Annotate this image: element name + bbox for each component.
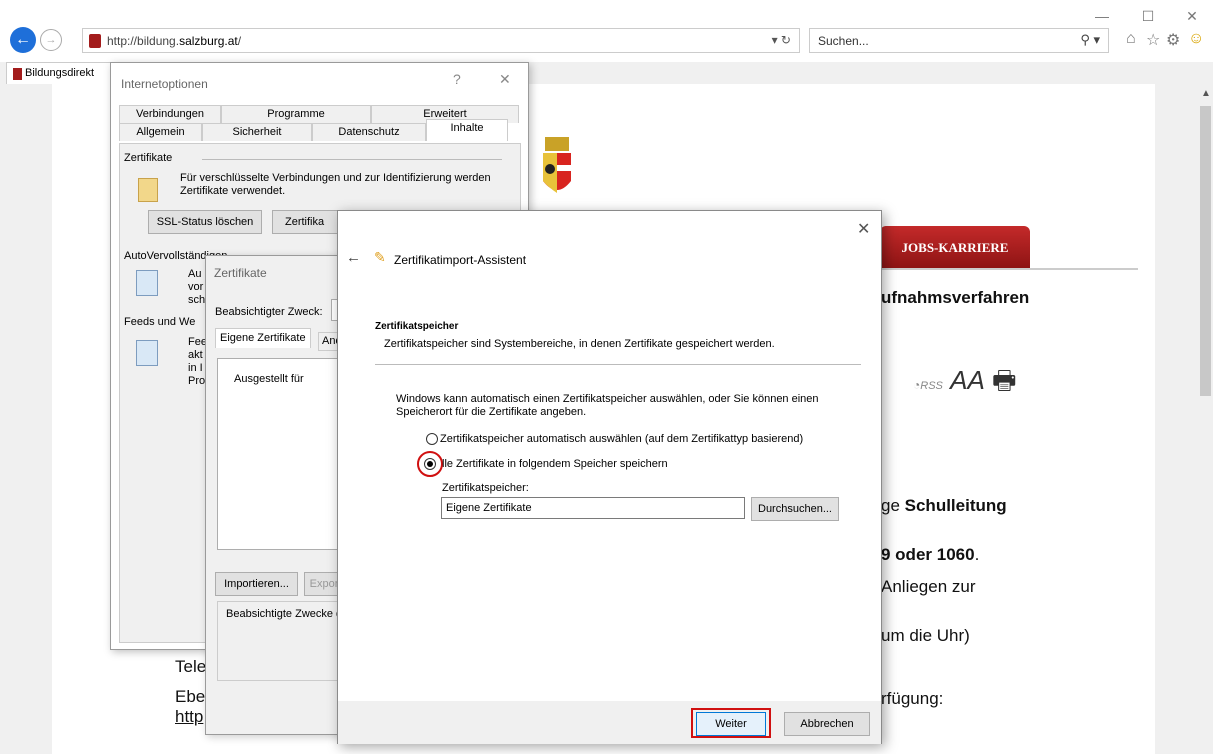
tab-favicon-icon xyxy=(13,68,22,80)
zwecke-label: Beabsichtigte Zwecke d xyxy=(226,608,343,620)
http-link[interactable]: http xyxy=(175,707,203,727)
tab-eigene-zertifikate[interactable]: Eigene Zertifikate xyxy=(215,328,311,348)
tab-verbindungen[interactable]: Verbindungen xyxy=(119,105,221,123)
page-heading: ufnahmsverfahren xyxy=(881,288,1030,307)
store-label: Zertifikatspeicher: xyxy=(442,482,529,494)
jobs-karriere-nav[interactable]: JOBS-KARRIERE xyxy=(880,226,1030,268)
rss-icon[interactable]: ◔RSS xyxy=(913,378,943,392)
scroll-up-icon[interactable]: ▲ xyxy=(1201,88,1211,99)
tab-sicherheit[interactable]: Sicherheit xyxy=(202,123,312,141)
intro-text: Windows kann automatisch einen Zertifika… xyxy=(396,393,819,418)
tab-allgemein[interactable]: Allgemein xyxy=(119,123,202,141)
schulleitung-text: ge Schulleitung xyxy=(881,496,1007,515)
tab-datenschutz[interactable]: Datenschutz xyxy=(312,123,426,141)
zertifikate-button[interactable]: Zertifika xyxy=(272,210,342,234)
search-icon[interactable]: ⚲ ▾ xyxy=(1080,32,1100,48)
abbrechen-button[interactable]: Abbrechen xyxy=(784,712,870,736)
salzburg-crest-logo xyxy=(543,137,571,193)
close-icon[interactable]: ✕ xyxy=(857,219,870,239)
site-favicon-icon xyxy=(89,34,101,48)
tele-text: Tele xyxy=(175,657,207,676)
durchsuchen-button[interactable]: Durchsuchen... xyxy=(751,497,839,521)
refresh-icon[interactable]: ▾ ↻ xyxy=(772,33,791,47)
manual-store-label: lle Zertifikate in folgendem Speicher sp… xyxy=(442,458,668,470)
section-title: Zertifikatspeicher xyxy=(375,321,459,332)
forward-icon[interactable]: → xyxy=(40,29,62,51)
zertifikate-dialog: Zertifikate Beabsichtigter Zweck: Eigene… xyxy=(205,255,355,735)
importieren-button[interactable]: Importieren... xyxy=(215,572,298,596)
ebe-text: Ebe xyxy=(175,687,206,706)
store-field[interactable]: Eigene Zertifikate xyxy=(441,497,745,519)
search-input[interactable]: Suchen... ⚲ ▾ xyxy=(809,28,1109,53)
page-tools: ◔RSS AA 🖶 xyxy=(913,362,1017,406)
auto-store-label: Zertifikatspeicher automatisch auswählen… xyxy=(440,433,804,445)
manual-store-radio[interactable] xyxy=(424,458,436,470)
tab-programme[interactable]: Programme xyxy=(221,105,371,123)
minimize-icon[interactable]: — xyxy=(1088,8,1116,24)
close-icon[interactable]: ✕ xyxy=(1178,8,1206,25)
certificate-list[interactable]: Ausgestellt für xyxy=(217,358,343,550)
feeds-section-label: Feeds und We xyxy=(124,316,196,328)
back-icon[interactable]: ← xyxy=(10,27,36,53)
section-divider xyxy=(375,364,861,365)
autocomplete-icon xyxy=(136,270,158,296)
autovervollstaendigen-text: Au vor sch xyxy=(188,268,206,306)
zwecke-group: Beabsichtigte Zwecke d xyxy=(217,601,347,681)
zweck-label: Beabsichtigter Zweck: xyxy=(215,306,323,318)
browser-toolbar: — ☐ ✕ ← → http://bildung.salzburg.at/ ▾ … xyxy=(0,0,1213,62)
column-ausgestellt-fuer[interactable]: Ausgestellt für xyxy=(234,373,304,386)
browser-tab[interactable]: Bildungsdirekt xyxy=(6,62,114,84)
help-icon[interactable]: ? xyxy=(453,71,461,87)
feeds-icon xyxy=(136,340,158,366)
settings-gear-icon[interactable]: ⚙ xyxy=(1166,30,1180,50)
address-bar[interactable]: http://bildung.salzburg.at/ ▾ ↻ xyxy=(82,28,800,53)
search-placeholder: Suchen... xyxy=(818,34,869,48)
uhr-text: um die Uhr) xyxy=(881,626,970,645)
page-scrollbar[interactable]: ▲ xyxy=(1198,84,1213,754)
auto-store-radio[interactable] xyxy=(426,433,438,445)
phone-text: 9 oder 1060. xyxy=(881,545,980,564)
print-icon[interactable]: 🖶 xyxy=(992,365,1017,395)
nav-divider xyxy=(878,268,1138,270)
scrollbar-thumb[interactable] xyxy=(1200,106,1211,396)
home-icon[interactable]: ⌂ xyxy=(1126,30,1136,48)
ssl-status-clear-button[interactable]: SSL-Status löschen xyxy=(148,210,262,234)
zertifikatimport-wizard: ✕ ← ✎ Zertifikatimport-Assistent Zertifi… xyxy=(337,210,882,744)
tab-inhalte[interactable]: Inhalte xyxy=(426,119,508,141)
wizard-footer: Weiter Abbrechen xyxy=(338,701,881,744)
certificate-wizard-icon: ✎ xyxy=(374,249,386,265)
verfuegung-text: rfügung: xyxy=(881,689,944,708)
dialog-title: Internetoptionen xyxy=(121,77,208,91)
maximize-icon[interactable]: ☐ xyxy=(1134,8,1162,25)
wizard-title: Zertifikatimport-Assistent xyxy=(394,253,527,267)
close-icon[interactable]: ✕ xyxy=(499,71,511,88)
zertifikate-section-label: Zertifikate xyxy=(124,152,173,164)
url-text: http://bildung.salzburg.at/ xyxy=(107,34,242,48)
certificate-icon xyxy=(138,178,158,202)
section-divider xyxy=(202,159,502,160)
tab-title: Bildungsdirekt xyxy=(25,67,95,79)
weiter-button[interactable]: Weiter xyxy=(696,712,766,736)
zertifikate-description: Für verschlüsselte Verbindungen und zur … xyxy=(180,172,491,197)
dialog-title: Zertifikate xyxy=(214,266,267,280)
favorites-star-icon[interactable]: ☆ xyxy=(1146,30,1160,50)
section-description: Zertifikatspeicher sind Systembereiche, … xyxy=(384,338,775,350)
back-arrow-icon[interactable]: ← xyxy=(346,249,361,266)
feedback-smiley-icon[interactable]: ☺ xyxy=(1188,30,1204,48)
font-size-icon[interactable]: AA xyxy=(950,365,985,395)
anliegen-text: Anliegen zur xyxy=(881,577,976,596)
